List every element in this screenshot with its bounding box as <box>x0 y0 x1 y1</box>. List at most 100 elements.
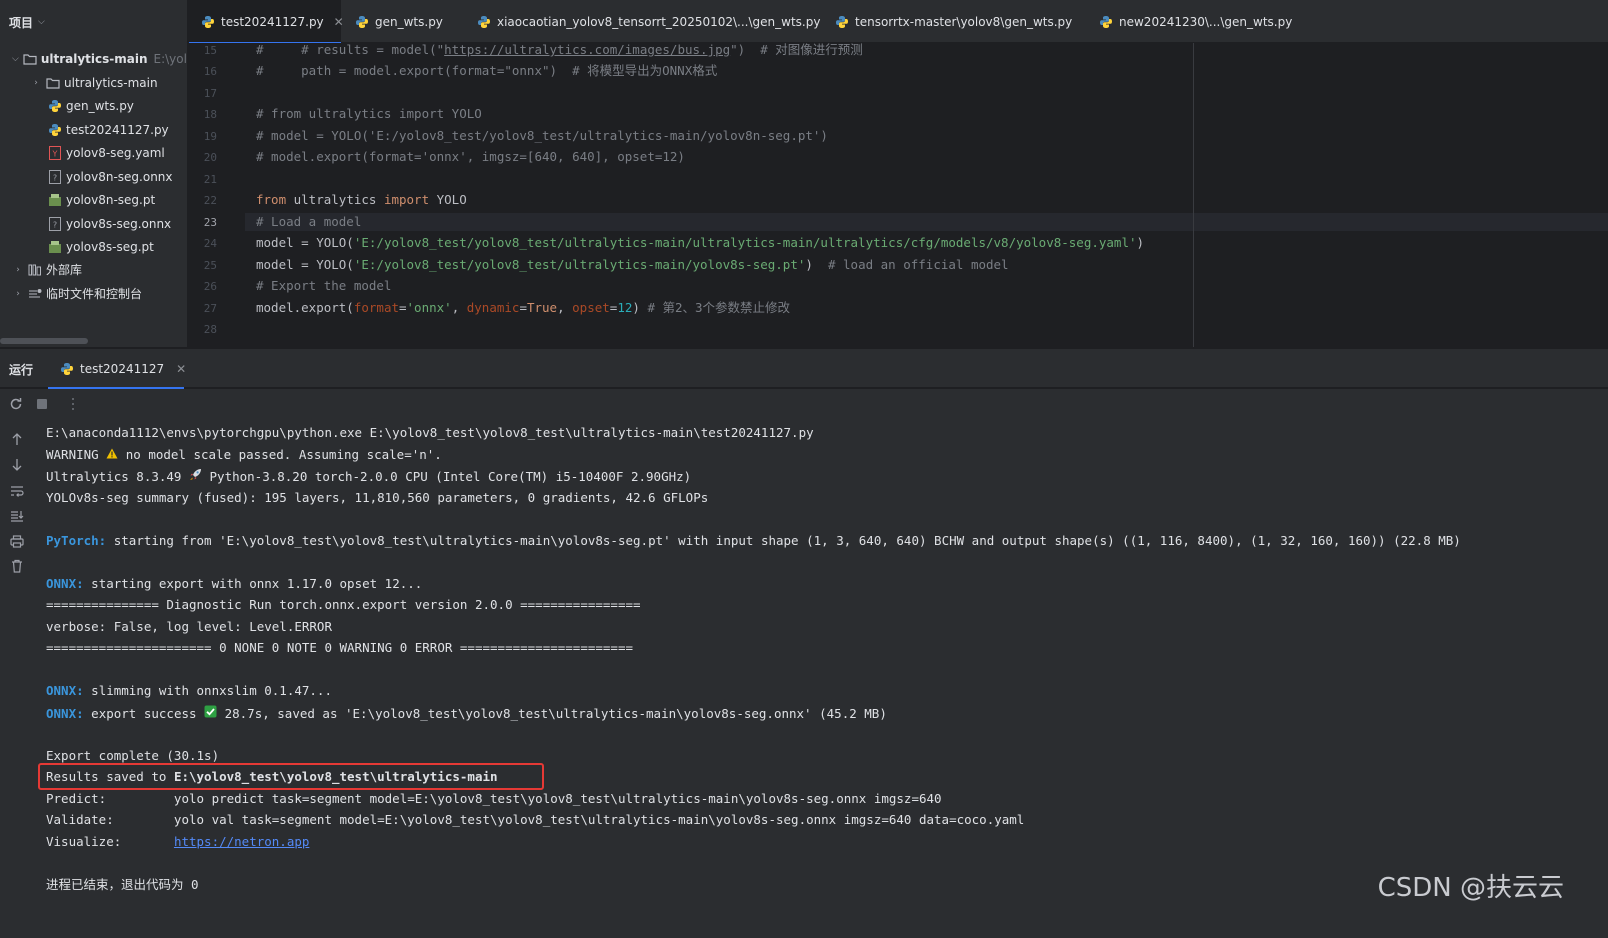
code-keyword: import <box>383 192 430 207</box>
chevron-right-icon: › <box>34 77 38 88</box>
rocket-icon <box>189 469 202 484</box>
more-vertical-icon <box>72 398 74 410</box>
code-param: format <box>353 300 399 315</box>
console-text: 28.7s, saved as 'E:\yolov8_test\yolov8_t… <box>217 706 887 721</box>
run-config-tab[interactable]: test20241127 ✕ <box>48 349 186 389</box>
line-number: 16 <box>203 65 217 78</box>
code-text: ) <box>632 300 648 315</box>
code-line-18: # from ultralytics import YOLO <box>256 106 482 121</box>
run-tab-label: test20241127 <box>80 362 165 376</box>
tab-label: tensorrtx-master\yolov8\gen_wts.py <box>855 14 1073 29</box>
tree-item-folder[interactable]: › ultralytics-main <box>0 71 187 94</box>
project-view-title: 项目 <box>9 15 34 30</box>
run-title: 运行 <box>9 363 34 377</box>
python-file-icon <box>48 99 62 113</box>
tab-label: xiaocaotian_yolov8_tensorrt_20250102\...… <box>497 14 821 29</box>
python-file-icon <box>61 363 73 375</box>
tab-gen-wts[interactable]: gen_wts.py <box>343 0 455 43</box>
code-line-25: model = YOLO('E:/yolov8_test/yolov8_test… <box>256 258 1009 279</box>
rerun-button[interactable] <box>7 395 25 413</box>
scroll-to-end-button[interactable] <box>7 506 27 526</box>
code-url[interactable]: https://ultralytics.com/images/bus.jpg <box>444 43 730 57</box>
console-text: WARNING <box>46 447 107 462</box>
tree-external-libraries[interactable]: › 外部库 <box>0 258 187 281</box>
tree-scratches-consoles[interactable]: › 临时文件和控制台 <box>0 282 187 305</box>
python-file-icon <box>836 15 848 28</box>
code-line-20: # model.export(format='onnx', imgsz=[640… <box>256 149 685 164</box>
console-text: starting from 'E:\yolov8_test\yolov8_tes… <box>106 533 1461 548</box>
clear-all-button[interactable] <box>7 556 27 576</box>
netron-link[interactable]: https://netron.app <box>174 834 309 849</box>
console-text: Python-3.8.20 torch-2.0.0 CPU (Intel Cor… <box>202 469 692 484</box>
tree-item-label: yolov8n-seg.pt <box>66 192 156 207</box>
tree-item-test20241127[interactable]: test20241127.py <box>0 118 187 141</box>
run-toolbar <box>0 389 1608 419</box>
tree-item-label: ultralytics-main <box>64 75 158 90</box>
code-text: = <box>519 300 527 315</box>
code-line-24: model = YOLO('E:/yolov8_test/yolov8_test… <box>256 236 1144 257</box>
line-number: 18 <box>203 108 217 121</box>
code-param: opset <box>572 300 610 315</box>
tree-root-path-hint: E:\yolo <box>153 51 187 66</box>
svg-text:?: ? <box>53 173 57 182</box>
line-number-gutter: 15 16 17 18 19 20 21 22 23 24 25 26 27 2… <box>189 43 245 347</box>
scroll-down-button[interactable] <box>7 455 27 475</box>
code-string: 'E:/yolov8_test/yolov8_test/ultralytics-… <box>353 235 1137 250</box>
code-line-26: # Export the model <box>256 278 392 293</box>
binary-file-icon <box>48 240 62 254</box>
scroll-up-button[interactable] <box>7 429 27 449</box>
tree-item-yolov8s-seg-onnx[interactable]: ? yolov8s-seg.onnx <box>0 212 187 235</box>
line-number: 28 <box>203 323 217 336</box>
more-options-button[interactable] <box>64 395 82 413</box>
python-file-icon <box>478 15 490 28</box>
tab-test20241127[interactable]: test20241127.py ✕ <box>189 0 344 44</box>
console-text: export success <box>83 706 205 721</box>
line-number: 25 <box>203 259 217 272</box>
line-number: 17 <box>203 87 217 100</box>
folder-icon <box>23 52 37 66</box>
sidebar-horizontal-scrollbar[interactable] <box>0 338 88 344</box>
code-editor[interactable]: 15 16 17 18 19 20 21 22 23 24 25 26 27 2… <box>189 43 1608 347</box>
close-icon[interactable]: ✕ <box>176 362 186 376</box>
code-text: model = YOLO( <box>256 235 354 250</box>
code-text: ") # 对图像进行预测 <box>730 43 863 57</box>
code-text: ) <box>805 257 828 272</box>
chevron-right-icon: › <box>16 264 20 275</box>
line-number: 21 <box>203 173 217 186</box>
tree-item-label: gen_wts.py <box>66 98 134 113</box>
python-file-icon <box>202 15 214 28</box>
console-text: slimming with onnxslim 0.1.47... <box>83 683 332 698</box>
tab-tensorrtx-gen-wts[interactable]: tensorrtx-master\yolov8\gen_wts.py <box>823 0 1084 43</box>
arrow-down-icon <box>12 459 22 471</box>
print-button[interactable] <box>7 531 27 551</box>
binary-file-icon <box>48 193 62 207</box>
highlight-annotation-box <box>38 763 544 790</box>
run-console-output[interactable]: E:\anaconda1112\envs\pytorchgpu\python.e… <box>34 419 1608 938</box>
code-line-16: # path = model.export(format="onnx") # 将… <box>256 63 718 78</box>
console-text: no model scale passed. Assuming scale='n… <box>118 447 442 462</box>
svg-text:Y: Y <box>52 149 58 158</box>
console-side-toolbar <box>0 419 34 938</box>
code-param: dynamic <box>466 300 520 315</box>
tree-item-yolov8s-seg-pt[interactable]: yolov8s-seg.pt <box>0 235 187 258</box>
soft-wrap-button[interactable] <box>7 481 27 501</box>
stop-button[interactable] <box>33 395 51 413</box>
console-line: ONNX: slimming with onnxslim 0.1.47... <box>46 683 332 699</box>
console-line: Predict: yolo predict task=segment model… <box>46 791 942 806</box>
printer-icon <box>10 534 24 548</box>
trash-icon <box>12 559 22 573</box>
console-tag: PyTorch: <box>46 533 107 548</box>
tree-item-yolov8n-seg-onnx[interactable]: ? yolov8n-seg.onnx <box>0 165 187 188</box>
tree-item-gen-wts[interactable]: gen_wts.py <box>0 94 187 117</box>
tab-xiaocaotian-gen-wts[interactable]: xiaocaotian_yolov8_tensorrt_20250102\...… <box>465 0 832 43</box>
project-view-dropdown[interactable]: 项目 ⌵ <box>0 0 187 44</box>
tree-item-yolov8n-seg-pt[interactable]: yolov8n-seg.pt <box>0 188 187 211</box>
tree-root-ultralytics-main[interactable]: ⌵ ultralytics-main E:\yolo <box>0 47 187 70</box>
tree-item-yolov8-seg-yaml[interactable]: Y yolov8-seg.yaml <box>0 141 187 164</box>
scratches-icon <box>28 287 42 301</box>
code-text: YOLO <box>429 192 467 207</box>
tab-new20241230-gen-wts[interactable]: new20241230\...\gen_wts.py <box>1087 0 1304 43</box>
tab-label: gen_wts.py <box>375 14 443 29</box>
line-number-current: 23 <box>203 216 217 229</box>
tree-external-label: 外部库 <box>46 263 83 277</box>
